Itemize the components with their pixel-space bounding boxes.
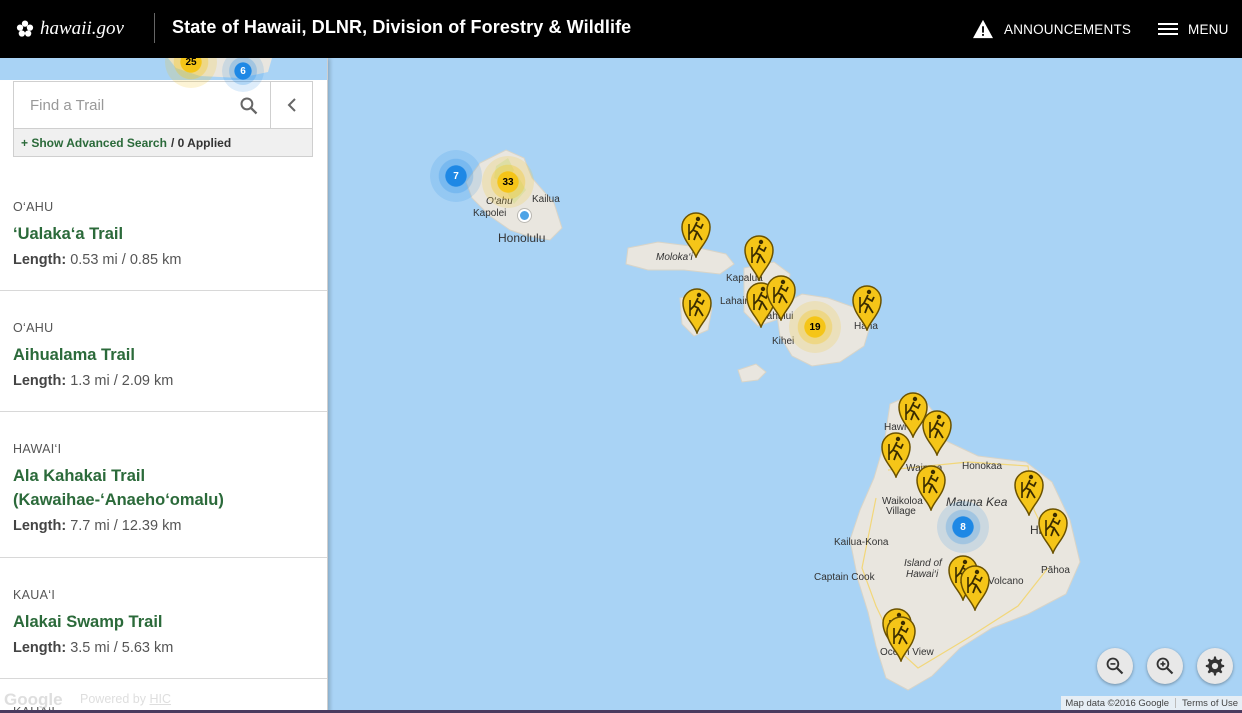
trail-length: Length: 0.53 mi / 0.85 km — [13, 252, 314, 268]
trail-sidebar: + Show Advanced Search / 0 Applied O‘AHU… — [0, 58, 328, 713]
powered-by-prefix: Powered by — [80, 692, 147, 706]
map-label: Kailua — [532, 194, 560, 205]
trail-list-item[interactable]: O‘AHU Aihualama Trail Length: 1.3 mi / 2… — [0, 291, 327, 412]
terms-of-use-link[interactable]: Terms of Use — [1182, 698, 1238, 709]
map-label: Honolulu — [498, 231, 546, 245]
trail-cluster[interactable]: 7 — [430, 150, 482, 202]
length-label: Length: — [13, 252, 67, 268]
length-value: 0.53 mi / 0.85 km — [70, 252, 182, 268]
hawaii-gov-logo-text: hawaii.gov — [16, 18, 124, 40]
google-logo: Google — [4, 690, 63, 709]
filters-applied-count: / 0 Applied — [170, 135, 232, 150]
map-data-credit: Map data ©2016 Google — [1065, 697, 1170, 709]
trail-marker-icon[interactable] — [884, 614, 918, 664]
trail-length: Length: 1.3 mi / 2.09 km — [13, 373, 314, 389]
trail-name[interactable]: Aihualama Trail — [13, 343, 314, 367]
collapse-sidebar-button[interactable] — [270, 82, 313, 128]
zoom-out-icon — [1106, 657, 1124, 675]
map-label: Village — [886, 506, 916, 517]
sidebar-map-strip — [0, 58, 327, 80]
map-label: Hawai‘i — [906, 569, 939, 580]
powered-by: Powered by HIC — [80, 692, 171, 706]
trail-list-item[interactable]: HAWAI‘I Ala Kahakai Trail (Kawaihae-‘Ana… — [0, 412, 327, 558]
map-label: Island of — [904, 558, 942, 569]
map-attribution: Map data ©2016 Google Terms of Use — [1061, 696, 1242, 710]
length-value: 7.7 mi / 12.39 km — [70, 518, 182, 534]
gear-icon — [1205, 656, 1225, 676]
current-location-dot — [518, 209, 531, 222]
trail-search-box: + Show Advanced Search / 0 Applied — [13, 81, 313, 157]
trail-length: Length: 7.7 mi / 12.39 km — [13, 518, 314, 534]
trail-name[interactable]: ‘Ualaka‘a Trail — [13, 222, 314, 246]
trail-marker-icon[interactable] — [680, 286, 714, 336]
length-label: Length: — [13, 640, 67, 656]
menu-label: MENU — [1188, 21, 1229, 37]
hawaii-gov-logo[interactable]: hawaii.gov — [16, 14, 124, 44]
announcements-button[interactable]: ANNOUNCEMENTS — [972, 0, 1131, 58]
trail-marker-icon[interactable] — [958, 563, 992, 613]
trail-marker-icon[interactable] — [679, 210, 713, 260]
header-divider — [154, 13, 155, 43]
trail-marker-icon[interactable] — [1036, 506, 1070, 556]
trail-name[interactable]: Ala Kahakai Trail (Kawaihae-‘Anaeho‘omal… — [13, 464, 314, 512]
map-label: Pāhoa — [1041, 565, 1070, 576]
map-settings-button[interactable] — [1197, 648, 1233, 684]
show-advanced-search-link[interactable]: + Show Advanced Search — [21, 136, 167, 150]
length-value: 3.5 mi / 5.63 km — [70, 640, 174, 656]
length-label: Length: — [13, 373, 67, 389]
trail-length: Length: 3.5 mi / 5.63 km — [13, 640, 314, 656]
warning-icon — [973, 19, 993, 39]
site-title[interactable]: State of Hawaii, DLNR, Division of Fores… — [172, 17, 631, 38]
trail-region: HAWAI‘I — [13, 442, 62, 456]
trail-marker-icon[interactable] — [879, 430, 913, 480]
powered-by-link[interactable]: HIC — [150, 692, 172, 706]
top-header: hawaii.gov State of Hawaii, DLNR, Divisi… — [0, 0, 1242, 58]
map-label: Honokaa — [962, 461, 1003, 472]
map-label: Volcano — [988, 576, 1024, 587]
trail-cluster[interactable]: 33 — [482, 156, 534, 208]
trail-list-item[interactable]: O‘AHU ‘Ualaka‘a Trail Length: 0.53 mi / … — [0, 170, 327, 291]
search-icon[interactable] — [239, 96, 259, 116]
trail-region: KAUA‘I — [13, 588, 56, 602]
advanced-search-row: + Show Advanced Search / 0 Applied — [14, 128, 312, 156]
chevron-left-icon — [287, 98, 296, 112]
trail-region: O‘AHU — [13, 200, 54, 214]
trail-marker-icon[interactable] — [914, 463, 948, 513]
map-label: Captain Cook — [814, 572, 875, 583]
trail-marker-icon[interactable] — [850, 283, 884, 333]
trail-marker-icon[interactable] — [920, 408, 954, 458]
menu-icon — [1158, 23, 1178, 35]
length-label: Length: — [13, 518, 67, 534]
announcements-label: ANNOUNCEMENTS — [1004, 21, 1132, 37]
map-label: Kapolei — [473, 208, 507, 219]
logo-label: hawaii.gov — [40, 18, 124, 39]
trail-list: O‘AHU ‘Ualaka‘a Trail Length: 0.53 mi / … — [0, 170, 327, 713]
zoom-in-icon — [1156, 657, 1174, 675]
trail-map[interactable]: O‘ahu Kailua Kapolei Honolulu Moloka‘i K… — [328, 58, 1242, 713]
trail-name[interactable]: Alakai Swamp Trail — [13, 610, 314, 634]
flower-icon — [16, 20, 34, 37]
trail-region: O‘AHU — [13, 321, 54, 335]
attribution-separator — [1175, 698, 1177, 708]
trail-marker-icon[interactable] — [764, 273, 798, 323]
menu-button[interactable]: MENU — [1158, 0, 1229, 58]
zoom-out-button[interactable] — [1097, 648, 1133, 684]
trail-list-item[interactable]: KAUA‘I Alakai Swamp Trail Length: 3.5 mi… — [0, 558, 327, 679]
length-value: 1.3 mi / 2.09 km — [70, 373, 174, 389]
map-label: Kailua-Kona — [834, 537, 889, 548]
zoom-in-button[interactable] — [1147, 648, 1183, 684]
